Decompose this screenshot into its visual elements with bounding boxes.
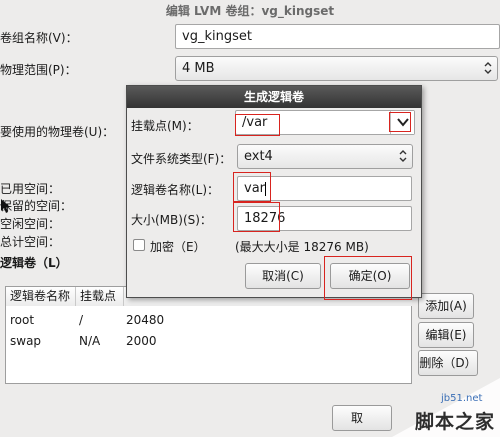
edit-button[interactable]: 编辑(E) [418,322,474,348]
encrypt-label: 加密（E） [150,240,206,254]
window-title: 编辑 LVM 卷组：vg_kingset [165,4,335,18]
vg-name-input[interactable]: vg_kingset [175,24,500,49]
lv-size-cell: 20480 [126,313,165,327]
column-header-lv-name[interactable]: 逻辑卷名称 [6,287,76,306]
highlight-box [389,112,411,132]
lv-table[interactable]: 逻辑卷名称 挂载点 root / 20480 swap N/A 2000 [5,286,412,384]
table-row[interactable]: root / 20480 [6,311,411,329]
table-row[interactable]: swap N/A 2000 [6,332,411,350]
column-header-mount[interactable]: 挂载点 [76,287,124,306]
lv-size-cell: 2000 [126,334,157,348]
free-space-label: 空闲空间： [0,217,61,231]
fstype-select[interactable]: ext4 [237,144,413,169]
extent-select-value: 4 MB [182,61,215,76]
used-space-label: 已用空间： [0,182,61,196]
dialog-title: 生成逻辑卷 [127,86,421,108]
lv-section-label: 逻辑卷（L） [0,256,68,270]
create-lv-dialog: 生成逻辑卷 挂载点(M)： /var 文件系统类型(F)： ext4 逻辑卷名称… [126,85,422,300]
mouse-cursor-icon [1,199,10,213]
mount-point-label: 挂载点(M)： [131,119,199,133]
reserved-space-label: 保留的空间： [0,199,73,213]
watermark-name: 脚本之家 [415,411,496,433]
updown-arrows-icon [399,150,407,162]
lv-name-cell: root [10,313,35,327]
lv-name-label: 逻辑卷名称(L)： [131,183,220,197]
extent-select[interactable]: 4 MB [175,56,498,81]
lv-name-cell: swap [10,334,42,348]
updown-arrows-icon [484,62,492,74]
pv-label: 要使用的物理卷(U)： [0,125,115,139]
highlight-box [324,256,412,300]
watermark-site: jb51.net [441,393,483,404]
dialog-cancel-button[interactable]: 取消(C) [245,263,321,289]
delete-button[interactable]: 删除（D） [418,350,478,376]
max-size-text: (最大大小是 18276 MB) [235,240,369,254]
lv-mount-cell: N/A [79,334,101,348]
highlight-box [233,202,280,232]
fstype-select-value: ext4 [244,149,273,164]
vg-name-label: 卷组名称(V)： [0,31,78,45]
extent-label: 物理范围(P)： [0,63,77,77]
lv-mount-cell: / [79,313,84,327]
fstype-label: 文件系统类型(F)： [131,152,232,166]
size-label: 大小(MB)(S)： [131,213,212,227]
total-space-label: 总计空间： [0,235,61,249]
highlight-box [233,172,271,202]
highlight-box [235,114,280,136]
add-button[interactable]: 添加(A) [418,293,474,319]
encrypt-checkbox[interactable] [133,239,145,251]
